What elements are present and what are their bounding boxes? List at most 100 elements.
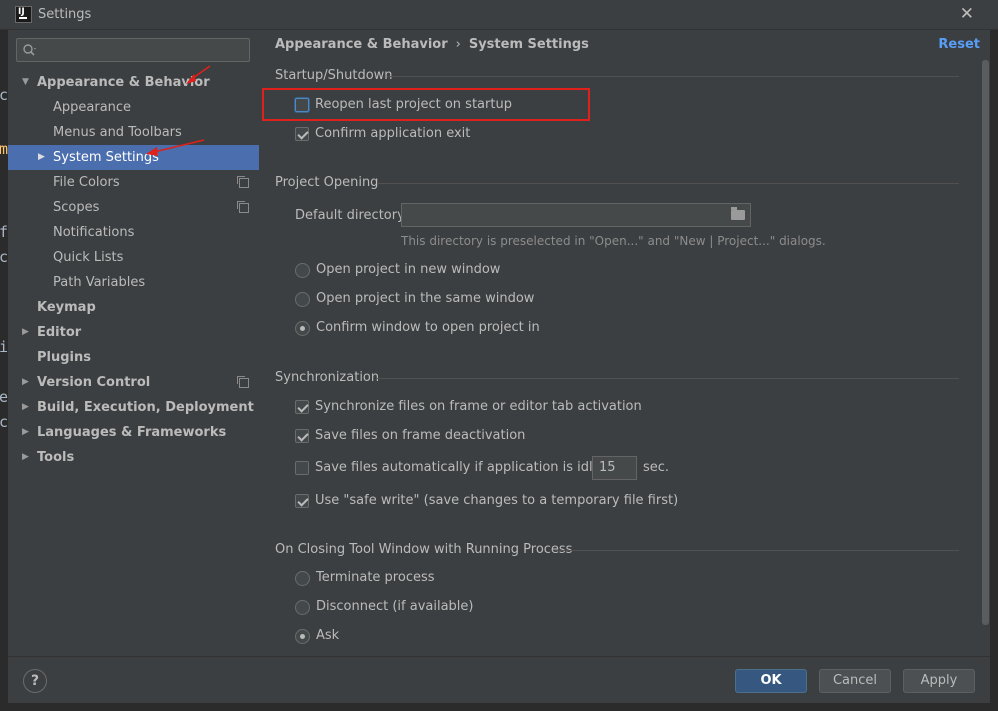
- sidebar-item-build-execution-deployment[interactable]: ▶ Build, Execution, Deployment: [8, 395, 259, 420]
- sidebar-item-tools[interactable]: ▶ Tools: [8, 445, 259, 470]
- checkbox-label: Save files automatically if application …: [315, 460, 623, 475]
- reset-link[interactable]: Reset: [938, 37, 980, 52]
- editor-glyph: e: [0, 388, 9, 406]
- cancel-button[interactable]: Cancel: [819, 669, 891, 693]
- dialog-footer: ? OK Cancel Apply: [8, 656, 990, 703]
- seconds-unit-label: sec.: [643, 460, 670, 475]
- settings-sidebar: ▼ Appearance & Behavior Appearance Menus…: [8, 30, 259, 656]
- section-title-synchronization: Synchronization: [275, 370, 380, 385]
- idle-seconds-input[interactable]: 15: [592, 456, 637, 480]
- section-divider: [377, 378, 959, 379]
- breadcrumb-current: System Settings: [468, 37, 589, 52]
- section-divider: [555, 550, 959, 551]
- checkbox-box[interactable]: [295, 429, 309, 443]
- default-directory-hint: This directory is preselected in "Open..…: [401, 234, 826, 248]
- copy-icon: [237, 176, 249, 188]
- apply-button[interactable]: Apply: [903, 669, 975, 693]
- sidebar-item-label: Plugins: [37, 350, 91, 365]
- sidebar-item-keymap[interactable]: Keymap: [8, 295, 259, 320]
- radio-label: Confirm window to open project in: [316, 320, 540, 335]
- radio-button[interactable]: [295, 600, 310, 615]
- collapsed-arrow-icon: ▶: [22, 402, 29, 412]
- breadcrumb: Appearance & Behavior › System Settings: [275, 37, 589, 52]
- radio-button[interactable]: [295, 263, 310, 278]
- section-title-project-opening: Project Opening: [275, 175, 379, 190]
- close-icon[interactable]: ✕: [960, 4, 974, 24]
- title-bar: IJ Settings ✕: [0, 0, 998, 30]
- checkbox-box[interactable]: [295, 127, 309, 141]
- editor-glyph: f: [0, 223, 9, 241]
- sidebar-item-plugins[interactable]: Plugins: [8, 345, 259, 370]
- collapsed-arrow-icon: ▶: [22, 377, 29, 387]
- radio-label: Disconnect (if available): [316, 599, 474, 614]
- sidebar-item-version-control[interactable]: ▶ Version Control: [8, 370, 259, 395]
- checkbox-label: Confirm application exit: [315, 126, 471, 141]
- sidebar-item-label: Notifications: [53, 225, 135, 240]
- expanded-arrow-icon: ▼: [22, 77, 29, 87]
- sidebar-item-label: Path Variables: [53, 275, 146, 290]
- sidebar-item-label: Languages & Frameworks: [37, 425, 227, 440]
- checkbox-box[interactable]: [295, 461, 309, 475]
- default-directory-field[interactable]: [401, 203, 751, 227]
- sidebar-item-label: Editor: [37, 325, 82, 340]
- copy-icon: [237, 201, 249, 213]
- background-editor-strip: c m f c i e c: [0, 30, 8, 711]
- annotation-arrow-icon: [186, 65, 211, 84]
- breadcrumb-parent[interactable]: Appearance & Behavior: [275, 37, 448, 52]
- checkbox-label: Use "safe write" (save changes to a temp…: [315, 493, 679, 508]
- vertical-scrollbar[interactable]: [982, 60, 989, 625]
- sidebar-item-label: Tools: [37, 450, 75, 465]
- sidebar-item-file-colors[interactable]: File Colors: [8, 170, 259, 195]
- sidebar-item-path-variables[interactable]: Path Variables: [8, 270, 259, 295]
- default-directory-label: Default directory:: [295, 208, 409, 223]
- editor-glyph: i: [0, 338, 9, 356]
- radio-button[interactable]: [295, 292, 310, 307]
- sidebar-item-quick-lists[interactable]: Quick Lists: [8, 245, 259, 270]
- help-button[interactable]: ?: [23, 669, 47, 693]
- sidebar-item-label: Build, Execution, Deployment: [37, 400, 254, 415]
- sidebar-item-label: Quick Lists: [53, 250, 124, 265]
- radio-button[interactable]: [295, 571, 310, 586]
- sidebar-item-label: Scopes: [53, 200, 100, 215]
- sidebar-item-languages-frameworks[interactable]: ▶ Languages & Frameworks: [8, 420, 259, 445]
- sidebar-item-notifications[interactable]: Notifications: [8, 220, 259, 245]
- annotation-arrow-icon: [146, 139, 205, 156]
- ok-button[interactable]: OK: [735, 669, 807, 693]
- collapsed-arrow-icon: ▶: [22, 452, 29, 462]
- folder-icon[interactable]: [731, 207, 745, 220]
- radio-label: Ask: [316, 628, 340, 643]
- sidebar-item-label: Keymap: [37, 300, 96, 315]
- section-divider: [387, 76, 959, 77]
- checkbox-label: Synchronize files on frame or editor tab…: [315, 399, 642, 414]
- sidebar-item-label: Appearance: [53, 100, 132, 115]
- editor-glyph: c: [0, 86, 9, 104]
- sidebar-item-menus-toolbars[interactable]: Menus and Toolbars: [8, 120, 259, 145]
- radio-label: Open project in the same window: [316, 291, 535, 306]
- radio-label: Terminate process: [316, 570, 435, 585]
- sidebar-item-appearance-behavior[interactable]: ▼ Appearance & Behavior: [8, 70, 259, 95]
- sidebar-item-appearance[interactable]: Appearance: [8, 95, 259, 120]
- window-title: Settings: [38, 7, 92, 22]
- search-input[interactable]: [16, 38, 250, 62]
- annotation-highlight-box: [262, 88, 590, 121]
- collapsed-arrow-icon: ▶: [22, 327, 29, 337]
- editor-glyph: c: [0, 413, 9, 431]
- section-title-closing-tool-window: On Closing Tool Window with Running Proc…: [275, 542, 573, 557]
- editor-glyph: m: [0, 140, 9, 158]
- breadcrumb-separator: ›: [455, 37, 461, 52]
- radio-button[interactable]: [295, 321, 310, 336]
- collapsed-arrow-icon: ▶: [22, 427, 29, 437]
- checkbox-box[interactable]: [295, 400, 309, 414]
- radio-button[interactable]: [295, 629, 310, 644]
- checkbox-label: Save files on frame deactivation: [315, 428, 526, 443]
- sidebar-item-scopes[interactable]: Scopes: [8, 195, 259, 220]
- section-divider: [377, 183, 959, 184]
- settings-content: Appearance & Behavior › System Settings Re…: [259, 30, 990, 656]
- intellij-app-icon: IJ: [15, 6, 32, 23]
- collapsed-arrow-icon: ▶: [38, 152, 45, 162]
- section-title-startup: Startup/Shutdown: [275, 68, 393, 83]
- sidebar-item-editor[interactable]: ▶ Editor: [8, 320, 259, 345]
- sidebar-item-system-settings[interactable]: ▶ System Settings: [8, 145, 259, 170]
- radio-label: Open project in new window: [316, 262, 501, 277]
- checkbox-box[interactable]: [295, 494, 309, 508]
